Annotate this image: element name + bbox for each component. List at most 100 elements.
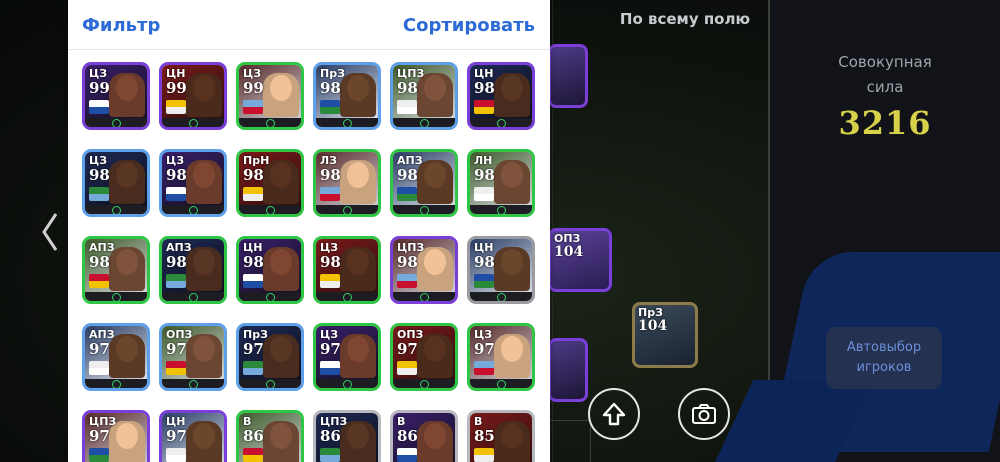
club-badge-icon [474, 187, 494, 201]
player-card[interactable]: ЦЗ 98 [313, 236, 381, 304]
player-card[interactable]: ОПЗ 97 [390, 323, 458, 391]
player-card[interactable]: В 86 [390, 410, 458, 462]
player-photo [263, 73, 299, 117]
player-card[interactable]: ЛЗ 98 [313, 149, 381, 217]
player-card[interactable]: ПрН 98 [236, 149, 304, 217]
club-badge-icon [320, 274, 340, 288]
pitch-card-rating: 104 [554, 244, 584, 260]
player-card[interactable]: ЦН 98 [467, 236, 535, 304]
player-rating: 99 [89, 79, 110, 97]
club-badge-icon [320, 448, 340, 462]
club-badge-icon [166, 361, 186, 375]
screenshot-button[interactable] [678, 388, 730, 440]
player-photo [186, 160, 222, 204]
player-card[interactable]: АПЗ 98 [82, 236, 150, 304]
sort-button[interactable]: Сортировать [403, 15, 535, 36]
card-status-bar [239, 292, 301, 301]
player-card[interactable]: АПЗ 98 [159, 236, 227, 304]
total-label-line1: Совокупная [838, 53, 932, 71]
player-photo [340, 73, 376, 117]
player-photo [494, 73, 530, 117]
player-card[interactable]: ЦПЗ 98 [390, 62, 458, 130]
player-card[interactable]: ЛН 98 [467, 149, 535, 217]
auto-select-button[interactable]: Автовыбор игроков [826, 327, 942, 389]
card-status-bar [85, 118, 147, 127]
player-card[interactable]: АПЗ 97 [82, 323, 150, 391]
player-rating: 98 [474, 79, 495, 97]
player-card[interactable]: ЦН 98 [236, 236, 304, 304]
club-badge-icon [397, 100, 417, 114]
player-card[interactable]: В 85 [467, 410, 535, 462]
player-photo [109, 73, 145, 117]
club-badge-icon [320, 100, 340, 114]
chevron-left-icon[interactable] [40, 210, 60, 264]
card-status-bar [316, 292, 378, 301]
card-status-bar [162, 379, 224, 388]
player-photo [186, 421, 222, 462]
card-status-bar [85, 205, 147, 214]
player-card[interactable]: ЦПЗ 86 [313, 410, 381, 462]
club-badge-icon [166, 448, 186, 462]
club-badge-icon [243, 448, 263, 462]
pitch-player-card[interactable]: ОПЗ 104 [548, 228, 612, 292]
player-rating: 98 [397, 79, 418, 97]
upload-button[interactable] [588, 388, 640, 440]
club-badge-icon [243, 187, 263, 201]
player-rating: 98 [89, 253, 110, 271]
club-badge-icon [320, 361, 340, 375]
player-rating: 98 [397, 253, 418, 271]
card-status-bar [470, 379, 532, 388]
club-badge-icon [89, 361, 109, 375]
player-card[interactable]: ОПЗ 97 [159, 323, 227, 391]
player-card[interactable]: ЦЗ 98 [82, 149, 150, 217]
player-card[interactable]: ПрЗ 97 [236, 323, 304, 391]
card-status-bar [162, 205, 224, 214]
player-rating: 98 [166, 253, 187, 271]
player-card[interactable]: ЦН 98 [467, 62, 535, 130]
player-rating: 97 [320, 340, 341, 358]
player-card[interactable]: ЦЗ 97 [313, 323, 381, 391]
player-card[interactable]: В 86 [236, 410, 304, 462]
card-status-bar [470, 292, 532, 301]
player-card[interactable]: ЦПЗ 98 [390, 236, 458, 304]
player-photo [109, 160, 145, 204]
card-status-bar [393, 118, 455, 127]
card-status-bar [162, 292, 224, 301]
card-status-bar [316, 118, 378, 127]
player-photo [494, 334, 530, 378]
club-badge-icon [89, 187, 109, 201]
pitch-player-card[interactable]: ПрЗ 104 [632, 302, 698, 368]
player-photo [494, 247, 530, 291]
club-badge-icon [243, 361, 263, 375]
player-rating: 98 [320, 79, 341, 97]
player-card[interactable]: ЦЗ 99 [82, 62, 150, 130]
club-badge-icon [474, 100, 494, 114]
player-rating: 98 [89, 166, 110, 184]
card-status-bar [239, 205, 301, 214]
player-card[interactable]: ЦН 97 [159, 410, 227, 462]
auto-select-line1: Автовыбор [846, 340, 922, 355]
club-badge-icon [474, 274, 494, 288]
pitch-player-card[interactable] [548, 338, 588, 402]
player-card[interactable]: ЦЗ 98 [159, 149, 227, 217]
player-photo [494, 421, 530, 462]
player-card[interactable]: ЦН 99 [159, 62, 227, 130]
club-badge-icon [474, 448, 494, 462]
player-card[interactable]: ЦПЗ 97 [82, 410, 150, 462]
upload-arrow-icon [602, 402, 626, 426]
player-card[interactable]: АПЗ 98 [390, 149, 458, 217]
pitch-card-rating: 104 [638, 318, 668, 334]
player-rating: 85 [474, 427, 495, 445]
card-status-bar [393, 292, 455, 301]
player-rating: 98 [320, 166, 341, 184]
filter-button[interactable]: Фильтр [82, 15, 160, 36]
card-status-bar [85, 379, 147, 388]
player-list-panel: Фильтр Сортировать ЦЗ 99 ЦН 99 ЦЗ 99 ПрЗ 98 ЦПЗ 9… [68, 0, 550, 462]
player-rating: 97 [397, 340, 418, 358]
player-card[interactable]: ЦЗ 99 [236, 62, 304, 130]
player-card[interactable]: ЦЗ 97 [467, 323, 535, 391]
card-status-bar [162, 118, 224, 127]
player-card[interactable]: ПрЗ 98 [313, 62, 381, 130]
card-status-bar [470, 205, 532, 214]
pitch-player-card[interactable] [548, 44, 588, 108]
